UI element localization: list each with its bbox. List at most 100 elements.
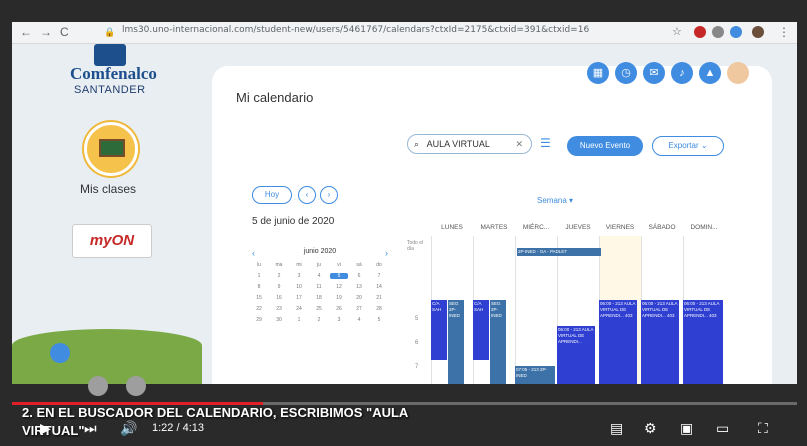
day-cell[interactable]: 2 <box>310 317 328 323</box>
day-cell[interactable]: 24 <box>290 306 308 312</box>
logo[interactable]: Comfenalco SANTANDER <box>70 44 157 104</box>
carousel-dot[interactable] <box>50 343 70 363</box>
hour-label: 6 <box>415 340 419 346</box>
day-header: LUNES <box>441 224 463 231</box>
day-cell[interactable]: 15 <box>250 295 268 301</box>
day-cell[interactable]: 5 <box>370 317 388 323</box>
myon-logo[interactable]: myON <box>72 224 152 258</box>
calendar-event[interactable]: SEG 2P-INED <box>490 300 506 384</box>
day-cell[interactable]: 9 <box>270 284 288 290</box>
day-cell[interactable]: 12 <box>330 284 348 290</box>
day-column[interactable] <box>515 236 557 384</box>
weekday-header: mi <box>296 262 302 268</box>
filter-icon[interactable]: ☰ <box>540 136 551 150</box>
day-cell[interactable]: 22 <box>250 306 268 312</box>
today-button[interactable]: Hoy <box>252 186 292 204</box>
forward-icon[interactable]: → <box>40 25 52 39</box>
classes-label[interactable]: Mis clases <box>80 182 136 196</box>
mail-icon[interactable]: ✉ <box>643 62 665 84</box>
calendar-event[interactable]: C/A SAH <box>431 300 447 360</box>
menu-icon[interactable]: ⋮ <box>778 25 790 39</box>
bell-icon[interactable]: ♪ <box>671 62 693 84</box>
day-cell[interactable]: 25 <box>310 306 328 312</box>
next-icon[interactable]: ⏭ <box>84 420 97 437</box>
carousel-dot[interactable] <box>126 376 146 396</box>
day-cell[interactable]: 19 <box>330 295 348 301</box>
day-cell[interactable]: 20 <box>350 295 368 301</box>
extension-icon[interactable] <box>730 26 742 38</box>
new-event-button[interactable]: Nuevo Evento <box>567 136 643 156</box>
calendar-event[interactable]: 06:00 - 213 AULA VIRTUAL DE APRENDI... 4… <box>599 300 637 384</box>
calendar-event[interactable]: 06:00 - 213 AULA VIRTUAL DE APRENDI... 4… <box>641 300 679 384</box>
chevron-down-icon: ▾ <box>569 196 574 205</box>
classes-icon[interactable] <box>84 122 138 176</box>
carousel-dot[interactable] <box>88 376 108 396</box>
export-button[interactable]: Exportar ⌄ <box>652 136 724 156</box>
day-cell[interactable]: 18 <box>310 295 328 301</box>
mini-calendar: ‹ junio 2020 › lu ma mi ju vi sá do 1 2 3 4 5 6 7 8 9 10… <box>250 248 390 328</box>
day-cell[interactable]: 10 <box>290 284 308 290</box>
back-icon[interactable]: ← <box>20 25 32 39</box>
profile-avatar[interactable] <box>752 26 764 38</box>
calendar-event[interactable]: 06:00 - 213 AULA VIRTUAL DE APRENDI... 4… <box>683 300 723 384</box>
player-controls: ▶ ⏭ 🔊 1:22 / 4:13 ▤ ⚙ ▣ ▭ ⛶ <box>12 416 797 442</box>
day-cell[interactable]: 3 <box>290 273 308 279</box>
calendar-event[interactable]: 2P-INED - OA - PADLET <box>517 248 601 256</box>
day-cell[interactable]: 30 <box>270 317 288 323</box>
mini-next-icon[interactable]: › <box>385 248 388 258</box>
next-week-button[interactable]: › <box>320 186 338 204</box>
fullscreen-icon[interactable]: ⛶ <box>758 420 768 437</box>
day-cell[interactable]: 29 <box>250 317 268 323</box>
day-cell[interactable]: 23 <box>270 306 288 312</box>
day-cell[interactable]: 5 <box>330 273 348 279</box>
day-cell[interactable]: 13 <box>350 284 368 290</box>
search-input[interactable]: ⌕ AULA VIRTUAL ✕ <box>407 134 532 154</box>
miniplayer-icon[interactable]: ▣ <box>680 420 693 437</box>
day-cell[interactable]: 1 <box>290 317 308 323</box>
day-cell[interactable]: 3 <box>330 317 348 323</box>
calendar-event[interactable]: 06:00 - 213 AULA VIRTUAL DE APRENDI... <box>557 326 595 384</box>
day-cell[interactable]: 8 <box>250 284 268 290</box>
day-cell[interactable]: 4 <box>310 273 328 279</box>
star-icon[interactable]: ☆ <box>672 25 682 38</box>
address-bar[interactable]: lms30.uno-internacional.com/student-new/… <box>122 25 589 35</box>
hour-label: 7 <box>415 364 419 370</box>
extension-icon[interactable] <box>694 26 706 38</box>
extension-icon[interactable] <box>712 26 724 38</box>
calendar-icon[interactable]: ▦ <box>587 62 609 84</box>
day-cell[interactable]: 1 <box>250 273 268 279</box>
day-cell[interactable]: 2 <box>270 273 288 279</box>
theater-icon[interactable]: ▭ <box>716 420 729 437</box>
day-header: DOMIN... <box>690 224 718 231</box>
day-cell[interactable]: 4 <box>350 317 368 323</box>
calendar-event[interactable]: C/A SAH <box>473 300 489 360</box>
day-cell[interactable]: 17 <box>290 295 308 301</box>
hour-label: 5 <box>415 316 419 322</box>
weekday-header: do <box>376 262 382 268</box>
day-cell[interactable]: 7 <box>370 273 388 279</box>
clear-icon[interactable]: ✕ <box>515 135 523 153</box>
day-cell[interactable]: 28 <box>370 306 388 312</box>
weekday-header: ma <box>275 262 283 268</box>
calendar-event[interactable]: 07:05 - 213 2P-INED <box>515 366 555 384</box>
day-cell[interactable]: 11 <box>310 284 328 290</box>
chart-icon[interactable]: ▲ <box>699 62 721 84</box>
calendar-event[interactable]: SEG 2P-INED <box>448 300 464 384</box>
day-cell[interactable]: 16 <box>270 295 288 301</box>
day-cell[interactable]: 14 <box>370 284 388 290</box>
mini-prev-icon[interactable]: ‹ <box>252 248 255 258</box>
reload-icon[interactable]: C <box>60 25 69 39</box>
subtitles-icon[interactable]: ▤ <box>610 420 623 437</box>
day-cell[interactable]: 27 <box>350 306 368 312</box>
view-selector[interactable]: Semana ▾ <box>537 196 573 205</box>
day-cell[interactable]: 6 <box>350 273 368 279</box>
lock-icon: 🔒 <box>104 27 116 37</box>
clock-icon[interactable]: ◷ <box>615 62 637 84</box>
day-cell[interactable]: 26 <box>330 306 348 312</box>
avatar[interactable] <box>727 62 749 84</box>
settings-icon[interactable]: ⚙ <box>644 420 657 437</box>
play-icon[interactable]: ▶ <box>40 420 51 437</box>
volume-icon[interactable]: 🔊 <box>120 420 137 437</box>
day-cell[interactable]: 21 <box>370 295 388 301</box>
prev-week-button[interactable]: ‹ <box>298 186 316 204</box>
